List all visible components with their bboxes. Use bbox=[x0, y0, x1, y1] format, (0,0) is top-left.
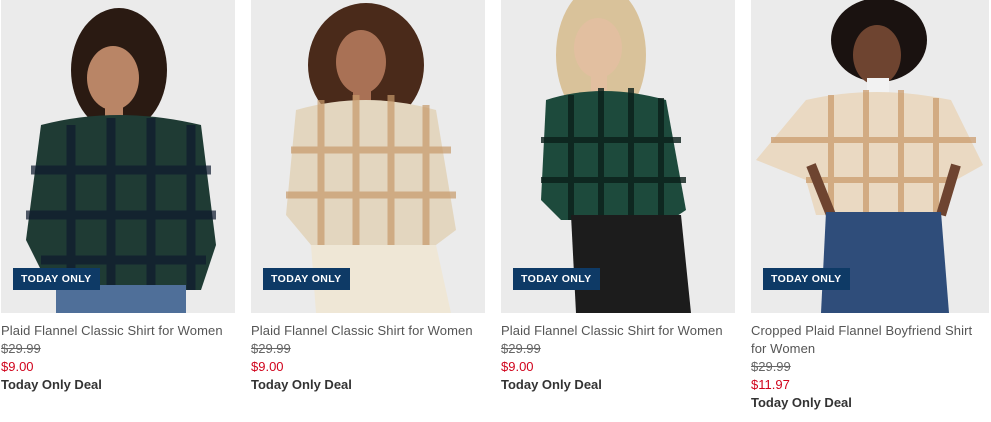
product-card[interactable]: TODAY ONLY Plaid Flannel Classic Shirt f… bbox=[1, 0, 235, 394]
product-image[interactable]: TODAY ONLY bbox=[751, 0, 989, 313]
sale-price: $9.00 bbox=[1, 359, 34, 374]
today-only-badge: TODAY ONLY bbox=[763, 268, 850, 290]
product-info: Plaid Flannel Classic Shirt for Women $2… bbox=[251, 313, 485, 394]
original-price: $29.99 bbox=[501, 341, 541, 356]
original-price: $29.99 bbox=[251, 341, 291, 356]
product-info: Cropped Plaid Flannel Boyfriend Shirt fo… bbox=[751, 313, 989, 412]
product-card[interactable]: TODAY ONLY Plaid Flannel Classic Shirt f… bbox=[501, 0, 735, 394]
product-info: Plaid Flannel Classic Shirt for Women $2… bbox=[501, 313, 735, 394]
product-card[interactable]: TODAY ONLY Cropped Plaid Flannel Boyfrie… bbox=[751, 0, 989, 412]
product-image[interactable]: TODAY ONLY bbox=[501, 0, 735, 313]
product-image[interactable]: TODAY ONLY bbox=[251, 0, 485, 313]
product-title[interactable]: Plaid Flannel Classic Shirt for Women bbox=[501, 322, 735, 340]
product-info: Plaid Flannel Classic Shirt for Women $2… bbox=[1, 313, 235, 394]
deal-label: Today Only Deal bbox=[501, 377, 602, 392]
today-only-badge: TODAY ONLY bbox=[13, 268, 100, 290]
model-photo bbox=[751, 0, 989, 313]
product-title[interactable]: Plaid Flannel Classic Shirt for Women bbox=[1, 322, 235, 340]
product-title[interactable]: Plaid Flannel Classic Shirt for Women bbox=[251, 322, 485, 340]
original-price: $29.99 bbox=[751, 359, 791, 374]
model-photo bbox=[1, 0, 235, 313]
model-photo bbox=[251, 0, 485, 313]
product-card[interactable]: TODAY ONLY Plaid Flannel Classic Shirt f… bbox=[251, 0, 485, 394]
today-only-badge: TODAY ONLY bbox=[263, 268, 350, 290]
sale-price: $11.97 bbox=[751, 377, 790, 392]
today-only-badge: TODAY ONLY bbox=[513, 268, 600, 290]
sale-price: $9.00 bbox=[501, 359, 534, 374]
model-photo bbox=[501, 0, 735, 313]
sale-price: $9.00 bbox=[251, 359, 284, 374]
product-title[interactable]: Cropped Plaid Flannel Boyfriend Shirt fo… bbox=[751, 322, 989, 358]
original-price: $29.99 bbox=[1, 341, 41, 356]
deal-label: Today Only Deal bbox=[751, 395, 852, 410]
deal-label: Today Only Deal bbox=[1, 377, 102, 392]
product-grid: TODAY ONLY Plaid Flannel Classic Shirt f… bbox=[0, 0, 991, 422]
product-image[interactable]: TODAY ONLY bbox=[1, 0, 235, 313]
deal-label: Today Only Deal bbox=[251, 377, 352, 392]
